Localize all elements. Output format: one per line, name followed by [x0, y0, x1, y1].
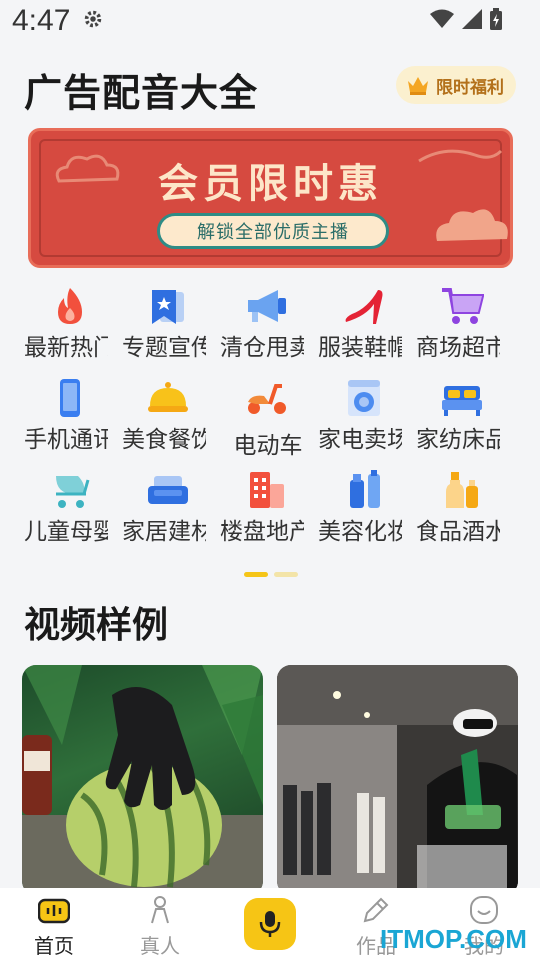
shopping-cart-icon — [438, 284, 486, 328]
category-item-apparel[interactable]: 服装鞋帽 — [308, 282, 404, 370]
fire-icon — [46, 284, 94, 328]
category-label: 最新热门 — [24, 335, 108, 361]
category-row: 儿童母婴 家居建材 楼盘地产 美容化妆 食品酒水 — [14, 466, 524, 554]
bottle-icon — [438, 468, 486, 512]
star-bookmark-icon — [144, 284, 192, 328]
category-item-topic[interactable]: 专题宣传 — [112, 282, 208, 370]
person-icon — [120, 894, 200, 926]
category-label: 食品酒水 — [416, 519, 500, 545]
category-label: 商场超市 — [416, 335, 500, 361]
category-label: 专题宣传 — [122, 335, 206, 361]
wifi-icon — [430, 9, 454, 28]
category-pager — [244, 572, 298, 577]
food-cloche-icon — [144, 376, 192, 420]
video-sample-card[interactable] — [277, 665, 518, 895]
bed-icon — [438, 376, 486, 420]
scooter-icon — [242, 376, 290, 420]
status-bar: 4:47 — [0, 0, 540, 44]
video-section-title: 视频样例 — [24, 605, 169, 646]
home-icon — [14, 894, 94, 926]
megaphone-icon — [242, 284, 290, 328]
nav-home-label: 首页 — [34, 934, 74, 958]
record-button[interactable] — [244, 898, 296, 950]
category-row: 手机通讯 美食餐饮 电动车 家电卖场 家纺床品 — [14, 374, 524, 462]
status-time: 4:47 — [12, 4, 71, 37]
category-label: 电动车 — [233, 433, 303, 459]
category-label: 手机通讯 — [24, 427, 108, 453]
category-item-hot[interactable]: 最新热门 — [14, 282, 110, 370]
nav-real-person-label: 真人 — [140, 934, 180, 958]
membership-banner[interactable]: 会员限时惠 解锁全部优质主播 — [28, 128, 513, 268]
category-label: 美食餐饮 — [122, 427, 206, 453]
high-heel-icon — [340, 284, 388, 328]
category-label: 美容化妆 — [318, 519, 402, 545]
phone-icon — [46, 376, 94, 420]
video-thumbnail-clothing-store — [277, 665, 518, 895]
category-label: 家居建材 — [122, 519, 206, 545]
category-label: 服装鞋帽 — [318, 335, 402, 361]
pager-dot-active[interactable] — [244, 572, 268, 577]
banner-unlock-pill[interactable]: 解锁全部优质主播 — [157, 213, 389, 249]
category-item-home[interactable]: 家居建材 — [112, 466, 208, 554]
watermark-text: ITMOP.COM — [380, 924, 527, 954]
category-item-realestate[interactable]: 楼盘地产 — [210, 466, 306, 554]
category-label: 清仓甩卖 — [220, 335, 304, 361]
pager-dot[interactable] — [274, 572, 298, 577]
gear-icon — [84, 10, 102, 28]
stroller-icon — [46, 468, 94, 512]
category-item-baby[interactable]: 儿童母婴 — [14, 466, 110, 554]
video-sample-card[interactable] — [22, 665, 263, 895]
category-item-bedding[interactable]: 家纺床品 — [406, 374, 502, 462]
nav-real-person[interactable]: 真人 — [120, 894, 200, 958]
category-label: 家电卖场 — [318, 427, 402, 453]
crown-icon — [408, 77, 428, 95]
category-item-drinks[interactable]: 食品酒水 — [406, 466, 502, 554]
category-label: 楼盘地产 — [220, 519, 304, 545]
page-title: 广告配音大全 — [24, 71, 259, 115]
banner-title: 会员限时惠 — [158, 161, 383, 207]
limited-benefit-label: 限时福利 — [436, 77, 504, 98]
building-icon — [242, 468, 290, 512]
category-label: 儿童母婴 — [24, 519, 108, 545]
microphone-icon — [259, 911, 281, 937]
category-item-beauty[interactable]: 美容化妆 — [308, 466, 404, 554]
nav-home[interactable]: 首页 — [14, 894, 94, 958]
banner-subtitle: 解锁全部优质主播 — [197, 222, 349, 243]
category-item-mall[interactable]: 商场超市 — [406, 282, 502, 370]
cosmetics-icon — [340, 468, 388, 512]
washing-machine-icon — [340, 376, 388, 420]
category-item-ebike[interactable]: 电动车 — [210, 374, 306, 462]
battery-icon — [490, 8, 502, 30]
smile-icon — [444, 894, 524, 926]
video-thumbnail-watermelon — [22, 665, 263, 895]
sofa-icon — [144, 468, 192, 512]
category-item-clearance[interactable]: 清仓甩卖 — [210, 282, 306, 370]
category-label: 家纺床品 — [416, 427, 500, 453]
category-item-phone[interactable]: 手机通讯 — [14, 374, 110, 462]
signal-icon — [462, 9, 482, 29]
limited-benefit-button[interactable]: 限时福利 — [396, 66, 516, 104]
pen-icon — [336, 894, 416, 926]
category-item-appliance[interactable]: 家电卖场 — [308, 374, 404, 462]
category-item-food[interactable]: 美食餐饮 — [112, 374, 208, 462]
category-row: 最新热门 专题宣传 清仓甩卖 服装鞋帽 商场超市 — [14, 282, 524, 370]
